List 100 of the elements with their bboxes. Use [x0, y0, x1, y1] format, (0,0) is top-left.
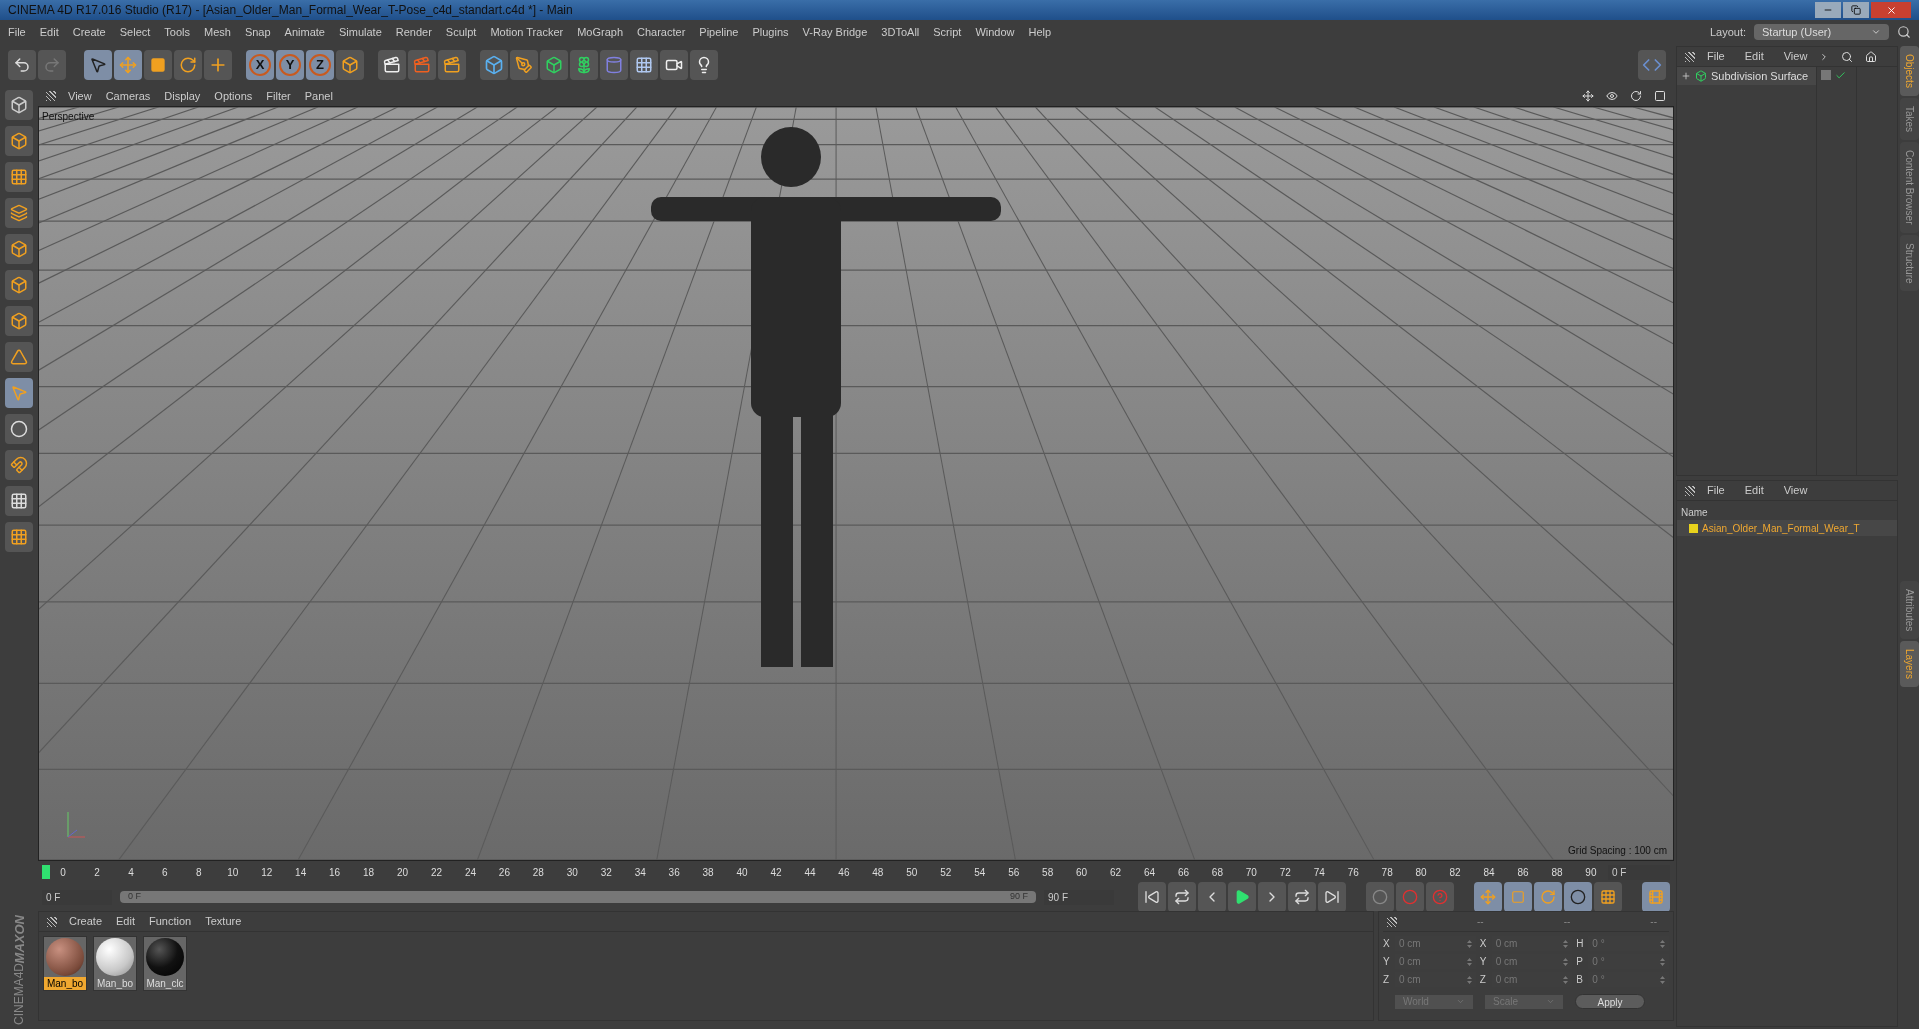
- stepper-arrows-icon[interactable]: [1563, 957, 1569, 966]
- search-icon[interactable]: [1841, 50, 1854, 63]
- edges-mode-button[interactable]: [5, 270, 33, 300]
- scale-tool-button[interactable]: [144, 50, 172, 80]
- menu-item[interactable]: V-Ray Bridge: [802, 23, 868, 41]
- menu-item[interactable]: Window: [975, 23, 1015, 41]
- key-parameter-button[interactable]: [1564, 882, 1592, 912]
- axis-mode-button[interactable]: [5, 342, 33, 372]
- magnet-button[interactable]: [5, 450, 33, 480]
- stepper-arrows-icon[interactable]: [1563, 939, 1569, 948]
- lock-workplane-button[interactable]: [5, 486, 33, 516]
- light-button[interactable]: [690, 50, 718, 80]
- menu-item[interactable]: Function: [149, 913, 192, 930]
- menu-item[interactable]: Create: [72, 23, 106, 41]
- axis-lock-button[interactable]: Z: [306, 50, 334, 80]
- key-scale-button[interactable]: [1504, 882, 1532, 912]
- layout-dropdown[interactable]: Startup (User): [1754, 24, 1889, 40]
- menu-item[interactable]: Script: [933, 23, 962, 41]
- stepper-arrows-icon[interactable]: [1660, 957, 1665, 966]
- menu-item[interactable]: Texture: [205, 913, 242, 930]
- rotate-tool-button[interactable]: [174, 50, 202, 80]
- menu-item[interactable]: Edit: [1744, 482, 1764, 499]
- side-tab[interactable]: Takes: [1900, 97, 1919, 141]
- menu-item[interactable]: View: [68, 87, 92, 105]
- search-icon[interactable]: [1897, 25, 1911, 39]
- layer-color-swatch[interactable]: [1689, 523, 1698, 533]
- menu-item[interactable]: Edit: [1744, 48, 1764, 65]
- pen-button[interactable]: [510, 50, 538, 80]
- side-tab[interactable]: Content Browser: [1900, 142, 1919, 233]
- menu-item[interactable]: Render: [395, 23, 432, 41]
- menu-item[interactable]: Animate: [284, 23, 325, 41]
- enabled-check-icon[interactable]: [1835, 70, 1846, 81]
- menu-item[interactable]: File: [1707, 48, 1725, 65]
- next-key-button[interactable]: [1288, 882, 1316, 912]
- menu-item[interactable]: File: [8, 23, 26, 41]
- planar-workplane-button[interactable]: [5, 522, 33, 552]
- menu-item[interactable]: Character: [637, 23, 686, 41]
- menu-item[interactable]: Filter: [266, 87, 291, 105]
- camera-button[interactable]: [660, 50, 688, 80]
- menu-item[interactable]: View: [1783, 482, 1808, 499]
- timeline-button[interactable]: [1642, 882, 1670, 912]
- record-button[interactable]: [1366, 882, 1394, 912]
- apply-button[interactable]: Apply: [1575, 994, 1645, 1009]
- current-frame-marker[interactable]: [42, 864, 50, 879]
- axis-lock-button[interactable]: X: [246, 50, 274, 80]
- material-swatch[interactable]: Man_clc: [143, 936, 187, 991]
- key-rotation-button[interactable]: [1534, 882, 1562, 912]
- render-view-button[interactable]: [378, 50, 406, 80]
- menu-item[interactable]: Edit: [116, 913, 135, 930]
- material-swatch[interactable]: Man_bo: [93, 936, 137, 991]
- play-button[interactable]: [1228, 882, 1256, 912]
- polygons-mode-button[interactable]: [5, 306, 33, 336]
- menu-item[interactable]: Snap: [244, 23, 271, 41]
- model-mode-button[interactable]: [5, 90, 33, 120]
- render-settings-button[interactable]: [438, 50, 466, 80]
- key-points-button[interactable]: [1594, 882, 1622, 912]
- floor-button[interactable]: [630, 50, 658, 80]
- texture-mode-button[interactable]: [5, 162, 33, 192]
- menu-item[interactable]: Cameras: [105, 87, 151, 105]
- stepper-arrows-icon[interactable]: [1466, 975, 1472, 984]
- restore-button[interactable]: [1843, 2, 1869, 18]
- menu-item[interactable]: Mesh: [204, 23, 231, 41]
- menu-item[interactable]: Tools: [164, 23, 190, 41]
- menu-item[interactable]: Panel: [304, 87, 333, 105]
- stepper-arrows-icon[interactable]: [1466, 957, 1472, 966]
- cube-button[interactable]: [480, 50, 508, 80]
- menu-item[interactable]: Plugins: [752, 23, 789, 41]
- menu-item[interactable]: Options: [214, 87, 253, 105]
- menu-item[interactable]: File: [1707, 482, 1725, 499]
- cloner-button[interactable]: [570, 50, 598, 80]
- menu-item[interactable]: Select: [119, 23, 151, 41]
- deformer-button[interactable]: [600, 50, 628, 80]
- viewport[interactable]: Perspective Grid Spacing : 100 cm: [38, 106, 1674, 861]
- stepper-arrows-icon[interactable]: [1563, 975, 1569, 984]
- stepper-arrows-icon[interactable]: [1660, 939, 1665, 948]
- pan-icon[interactable]: [1582, 90, 1594, 102]
- coordinate-system-button[interactable]: [336, 50, 364, 80]
- tweak-button[interactable]: [5, 378, 33, 408]
- menu-item[interactable]: Display: [164, 87, 201, 105]
- menu-item[interactable]: MoGraph: [577, 23, 624, 41]
- snap-button[interactable]: [5, 414, 33, 444]
- points-mode-button[interactable]: [5, 234, 33, 264]
- autokey-button[interactable]: [1396, 882, 1424, 912]
- menu-item[interactable]: View: [1783, 48, 1808, 65]
- object-mode-button[interactable]: [5, 126, 33, 156]
- menu-item[interactable]: Edit: [39, 23, 59, 41]
- menu-item[interactable]: Simulate: [338, 23, 382, 41]
- expand-icon[interactable]: [1681, 71, 1691, 81]
- maximize-icon[interactable]: [1654, 90, 1666, 102]
- side-tab[interactable]: Attributes: [1900, 580, 1919, 639]
- side-tab[interactable]: Objects: [1900, 46, 1919, 96]
- undo-button[interactable]: [8, 50, 36, 80]
- key-position-button[interactable]: [1474, 882, 1502, 912]
- menu-item[interactable]: Pipeline: [699, 23, 739, 41]
- next-frame-button[interactable]: [1258, 882, 1286, 912]
- stepper-arrows-icon[interactable]: [1660, 975, 1665, 984]
- python-button[interactable]: [1638, 50, 1666, 80]
- axis-lock-button[interactable]: Y: [276, 50, 304, 80]
- subdivision-button[interactable]: [540, 50, 568, 80]
- previous-key-button[interactable]: [1168, 882, 1196, 912]
